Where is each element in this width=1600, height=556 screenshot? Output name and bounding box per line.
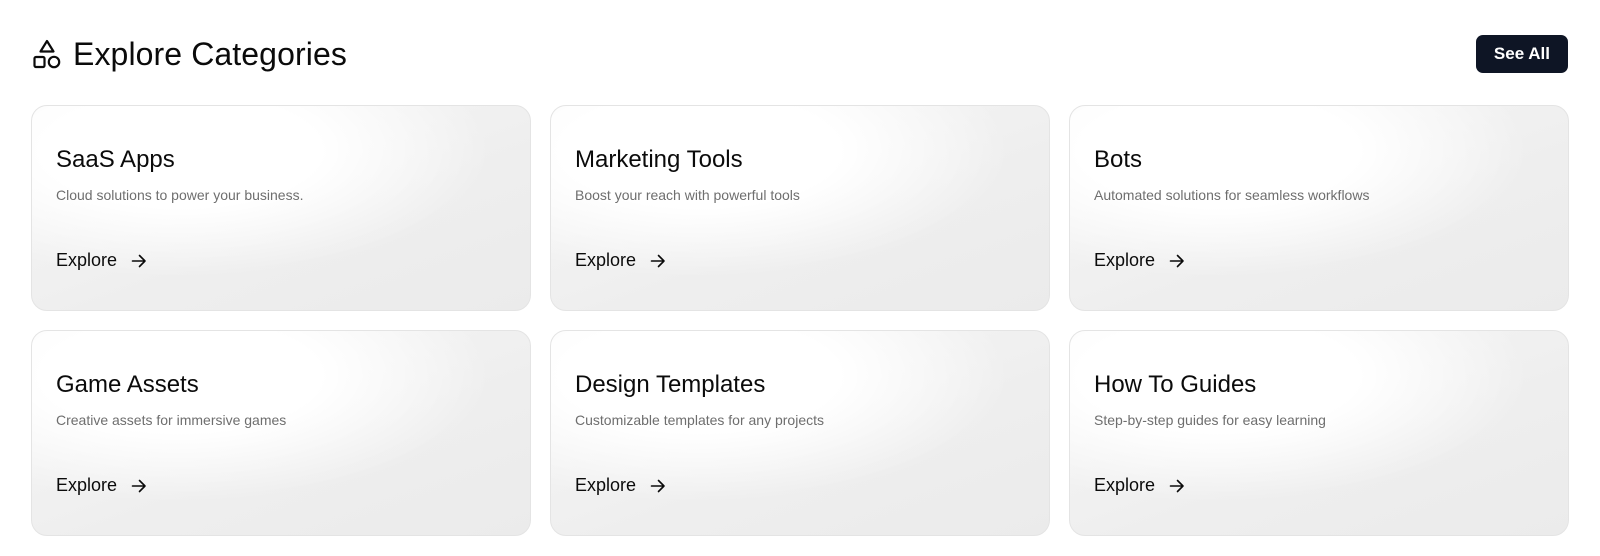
shapes-icon xyxy=(31,38,63,70)
category-card-game-assets[interactable]: Game Assets Creative assets for immersiv… xyxy=(31,330,531,536)
card-description: Boost your reach with powerful tools xyxy=(575,187,800,203)
category-card-how-to-guides[interactable]: How To Guides Step-by-step guides for ea… xyxy=(1069,330,1569,536)
card-description: Automated solutions for seamless workflo… xyxy=(1094,187,1370,203)
explore-link[interactable]: Explore xyxy=(575,250,666,271)
explore-categories-section: Explore Categories See All SaaS Apps Clo… xyxy=(0,0,1600,556)
explore-link[interactable]: Explore xyxy=(56,250,147,271)
explore-link[interactable]: Explore xyxy=(56,475,147,496)
explore-label: Explore xyxy=(1094,250,1156,270)
card-description: Step-by-step guides for easy learning xyxy=(1094,412,1326,428)
arrow-right-icon xyxy=(650,254,666,268)
explore-link[interactable]: Explore xyxy=(1094,475,1185,496)
section-header: Explore Categories See All xyxy=(31,35,1568,73)
card-title: Marketing Tools xyxy=(575,146,743,173)
card-description: Creative assets for immersive games xyxy=(56,412,287,428)
category-card-marketing-tools[interactable]: Marketing Tools Boost your reach with po… xyxy=(550,105,1050,311)
arrow-right-icon xyxy=(1169,479,1185,493)
card-description: Customizable templates for any projects xyxy=(575,412,824,428)
title-group: Explore Categories xyxy=(31,36,347,73)
arrow-right-icon xyxy=(131,479,147,493)
card-title: How To Guides xyxy=(1094,371,1257,398)
explore-label: Explore xyxy=(56,250,118,270)
category-card-saas-apps[interactable]: SaaS Apps Cloud solutions to power your … xyxy=(31,105,531,311)
explore-link[interactable]: Explore xyxy=(575,475,666,496)
see-all-button[interactable]: See All xyxy=(1475,35,1568,73)
explore-link[interactable]: Explore xyxy=(1094,250,1185,271)
card-title: Design Templates xyxy=(575,371,766,398)
arrow-right-icon xyxy=(650,479,666,493)
card-title: Bots xyxy=(1094,146,1143,173)
explore-label: Explore xyxy=(1094,475,1156,495)
card-title: SaaS Apps xyxy=(56,146,175,173)
explore-label: Explore xyxy=(575,250,637,270)
explore-label: Explore xyxy=(575,475,637,495)
card-title: Game Assets xyxy=(56,371,199,398)
arrow-right-icon xyxy=(1169,254,1185,268)
category-card-design-templates[interactable]: Design Templates Customizable templates … xyxy=(550,330,1050,536)
category-card-bots[interactable]: Bots Automated solutions for seamless wo… xyxy=(1069,105,1569,311)
categories-grid: SaaS Apps Cloud solutions to power your … xyxy=(31,105,1569,536)
arrow-right-icon xyxy=(131,254,147,268)
page-title: Explore Categories xyxy=(73,35,347,72)
card-description: Cloud solutions to power your business. xyxy=(56,187,304,203)
explore-label: Explore xyxy=(56,475,118,495)
